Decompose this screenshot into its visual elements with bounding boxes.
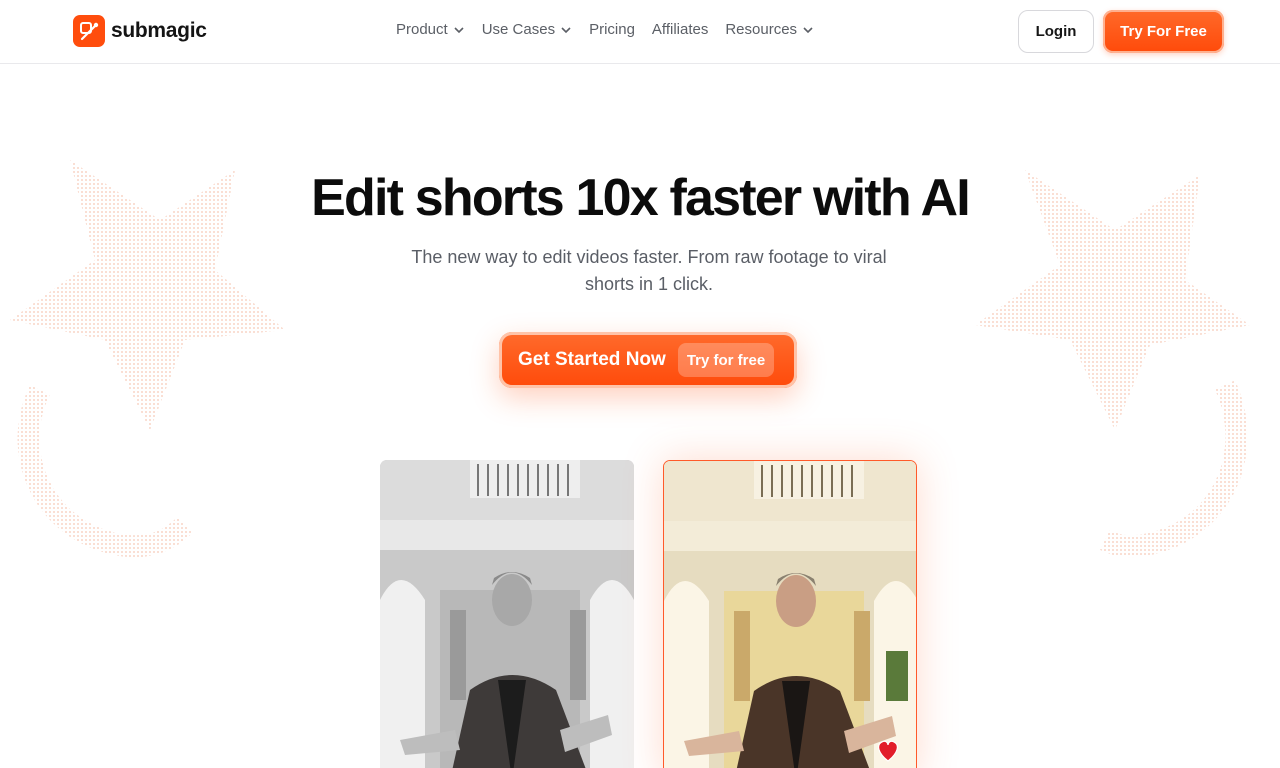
nav-label: Pricing <box>589 21 635 38</box>
cta-label: Get Started Now <box>518 349 666 370</box>
nav-label: Product <box>396 21 448 38</box>
logo-icon <box>73 15 105 47</box>
try-for-free-button[interactable]: Try For Free <box>1103 10 1224 53</box>
logo-text: submagic <box>111 19 207 42</box>
logo[interactable]: submagic <box>73 15 207 47</box>
nav-item-use-cases[interactable]: Use Cases <box>482 21 572 38</box>
nav-label: Affiliates <box>651 21 709 38</box>
video-preview-edited[interactable] <box>663 460 917 768</box>
nav-label: Resources <box>725 21 798 38</box>
chevron-down-icon <box>454 26 464 33</box>
nav-label: Use Cases <box>481 21 556 38</box>
get-started-button[interactable]: Get Started Now Try for free <box>499 332 797 388</box>
nav-item-product[interactable]: Product <box>396 21 465 38</box>
site-header: submagic Product Use Cases Pricing Affil… <box>0 0 1280 64</box>
main-nav: Product Use Cases Pricing Affiliates Res… <box>396 21 814 38</box>
try-for-free-badge: Try for free <box>677 343 775 377</box>
login-button[interactable]: Login <box>1018 10 1094 53</box>
hero-subtitle: The new way to edit videos faster. From … <box>411 247 887 294</box>
nav-item-pricing[interactable]: Pricing <box>589 21 635 38</box>
chevron-down-icon <box>561 26 571 33</box>
nav-item-affiliates[interactable]: Affiliates <box>652 21 708 38</box>
video-preview-original[interactable] <box>380 460 634 768</box>
hero-title: Edit shorts 10x faster with AI <box>311 169 971 227</box>
nav-item-resources[interactable]: Resources <box>725 21 814 38</box>
chevron-down-icon <box>803 26 813 33</box>
